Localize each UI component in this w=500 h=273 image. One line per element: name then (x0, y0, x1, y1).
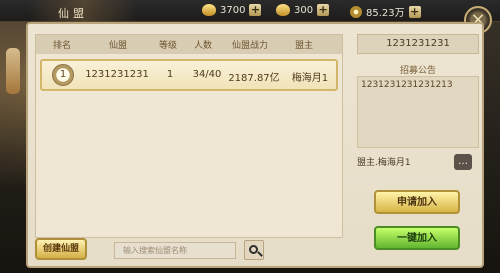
top-bar: 仙盟 3700 + 300 + 85.23万 + (0, 0, 500, 22)
table-header: 排名 仙盟 等级 人数 仙盟战力 盟主 (36, 35, 342, 54)
search-input[interactable]: 输入搜索仙盟名称 (114, 242, 236, 259)
search-handle (257, 251, 263, 257)
notice-title: 招募公告 (399, 66, 436, 76)
silver-icon (276, 4, 290, 16)
guild-level: 1 (166, 69, 174, 80)
apply-join-button[interactable]: 申请加入 (374, 190, 460, 214)
guild-members: 34/40 (192, 69, 222, 80)
table-row[interactable]: 1 1231231231 1 34/40 2187.87亿 梅海月1 (40, 59, 338, 91)
resource-jade: 3700 + (202, 4, 262, 16)
jade-icon (202, 4, 216, 16)
silver-value: 300 (294, 4, 314, 16)
guild-name: 1231231231 (85, 69, 149, 80)
guild-panel: 排名 仙盟 等级 人数 仙盟战力 盟主 1 1231231231 1 34/40… (26, 22, 484, 268)
header-power: 仙盟战力 (231, 41, 268, 51)
add-gold-button[interactable]: + (408, 5, 421, 18)
header-level: 等级 (158, 41, 177, 51)
notice-text: 1231231231231213 (357, 76, 479, 148)
resource-gold: 85.23万 + (350, 4, 421, 19)
guild-power: 2187.87亿 (228, 73, 280, 84)
jade-value: 3700 (220, 4, 246, 16)
guild-list: 排名 仙盟 等级 人数 仙盟战力 盟主 1 1231231231 1 34/40… (35, 34, 343, 238)
header-rank: 排名 (52, 41, 71, 51)
add-jade-button[interactable]: + (249, 4, 262, 16)
quick-join-button[interactable]: 一键加入 (374, 226, 460, 250)
window-title: 仙盟 (58, 7, 88, 20)
gold-value: 85.23万 (366, 8, 405, 19)
gold-icon (350, 5, 362, 18)
rank-badge: 1 (52, 64, 74, 86)
chat-icon[interactable]: … (454, 154, 472, 170)
resource-silver: 300 + (276, 4, 330, 16)
selected-guild-id: 1231231231 (357, 34, 479, 54)
create-guild-button[interactable]: 创建仙盟 (35, 238, 87, 260)
header-leader: 盟主 (294, 41, 313, 51)
search-icon[interactable] (244, 240, 264, 260)
header-guild: 仙盟 (108, 41, 127, 51)
guild-leader: 梅海月1 (291, 73, 329, 84)
add-silver-button[interactable]: + (317, 4, 330, 16)
header-members: 人数 (193, 41, 212, 51)
lantern-decoration (6, 48, 20, 94)
